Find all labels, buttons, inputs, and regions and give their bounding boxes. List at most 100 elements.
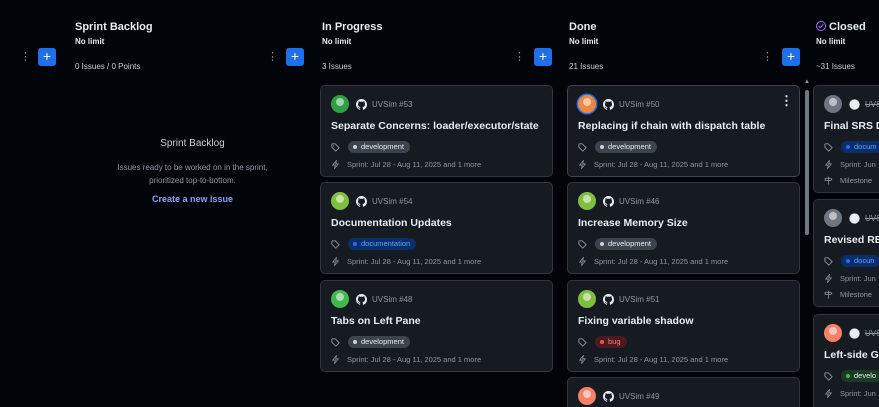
tag-icon xyxy=(331,239,340,249)
label-development[interactable]: development xyxy=(595,238,657,250)
issue-card[interactable]: UVSim #54 Documentation Updates document… xyxy=(320,182,553,274)
label-documentation[interactable]: docum xyxy=(841,141,879,153)
issue-reference[interactable]: UVSim #51 xyxy=(619,295,659,304)
column-header-done: Done No limit 21 Issues xyxy=(569,7,769,80)
issue-title[interactable]: Left-side GU xyxy=(824,349,879,361)
github-icon xyxy=(849,98,860,110)
scrollbar-thumb[interactable] xyxy=(805,90,809,235)
card-meta: UVSim #49 xyxy=(578,387,659,405)
iteration-icon xyxy=(331,257,340,266)
labels-row: development xyxy=(578,141,657,153)
label-dot xyxy=(600,340,604,344)
label-development[interactable]: development xyxy=(595,141,657,153)
sprint-text: Sprint: Jun xyxy=(840,274,876,283)
scroll-up-arrow[interactable]: ▲ xyxy=(804,79,810,85)
avatar[interactable] xyxy=(578,387,596,405)
sprint-row: Sprint: Jul 28 - Aug 11, 2025 and 1 more xyxy=(331,256,481,267)
issue-card[interactable]: UVS Left-side GU develo Sprint: Jun xyxy=(813,314,879,407)
card-meta: UVSim #54 xyxy=(331,192,412,210)
issue-reference[interactable]: UVSim #48 xyxy=(372,295,412,304)
empty-state-description: Issues ready to be worked on in the spri… xyxy=(75,161,310,187)
label-documentation[interactable]: docun xyxy=(841,255,879,267)
add-item-button[interactable]: + xyxy=(534,48,552,66)
issue-title[interactable]: Documentation Updates xyxy=(331,217,452,229)
card-meta: UVSim #50 xyxy=(578,95,659,113)
issue-title[interactable]: Increase Memory Size xyxy=(578,217,688,229)
avatar[interactable] xyxy=(824,209,842,227)
github-icon xyxy=(356,195,367,207)
issue-title[interactable]: Final SRS D xyxy=(824,120,879,132)
tag-icon xyxy=(578,337,587,347)
create-issue-link[interactable]: Create a new issue xyxy=(75,194,310,204)
milestone-icon xyxy=(824,290,833,299)
column-title: In Progress xyxy=(322,21,383,33)
label-text: development xyxy=(361,142,404,151)
issue-reference[interactable]: UVS xyxy=(865,329,879,338)
tag-icon xyxy=(331,142,340,152)
column-title: Done xyxy=(569,21,597,33)
column-count: 3 Issues xyxy=(322,62,352,71)
tag-icon xyxy=(578,142,587,152)
column-menu-dots[interactable]: ⋮ xyxy=(762,50,773,64)
issue-card[interactable]: UVSim #49 xyxy=(567,377,800,407)
column-menu-dots[interactable]: ⋮ xyxy=(267,50,278,64)
issue-card[interactable]: UVS Revised REA docun Sprint: Jun Milest… xyxy=(813,199,879,307)
label-bug[interactable]: bug xyxy=(595,336,627,348)
issue-title[interactable]: Fixing variable shadow xyxy=(578,315,694,327)
issue-reference[interactable]: UVSim #49 xyxy=(619,392,659,401)
label-development[interactable]: develo xyxy=(841,370,879,382)
column-limit: No limit xyxy=(322,37,352,46)
avatar[interactable] xyxy=(824,95,842,113)
label-development[interactable]: development xyxy=(348,141,410,153)
milestone-icon xyxy=(824,176,833,185)
sprint-text: Sprint: Jul 28 - Aug 11, 2025 and 1 more xyxy=(594,160,729,169)
label-text: docum xyxy=(854,142,877,151)
label-text: develo xyxy=(854,371,877,380)
avatar[interactable] xyxy=(578,192,596,210)
card-menu-button[interactable]: ⋮ xyxy=(780,94,793,108)
github-icon xyxy=(849,212,860,224)
issue-card[interactable]: UVSim #46 Increase Memory Size developme… xyxy=(567,182,800,274)
labels-row: develo xyxy=(824,370,879,382)
avatar[interactable] xyxy=(824,324,842,342)
issue-card[interactable]: UVSim #51 Fixing variable shadow bug Spr… xyxy=(567,280,800,372)
column-count: ~31 Issues xyxy=(816,62,855,71)
avatar[interactable] xyxy=(578,290,596,308)
issue-card[interactable]: UVSim #48 Tabs on Left Pane development … xyxy=(320,280,553,372)
sprint-row: Sprint: Jul 28 - Aug 11, 2025 and 1 more xyxy=(578,256,728,267)
avatar[interactable] xyxy=(331,95,349,113)
issue-reference[interactable]: UVSim #46 xyxy=(619,197,659,206)
label-development[interactable]: development xyxy=(348,336,410,348)
issue-reference[interactable]: UVS xyxy=(865,214,879,223)
avatar[interactable] xyxy=(331,192,349,210)
issue-title[interactable]: Revised REA xyxy=(824,234,879,246)
issue-card[interactable]: UVS Final SRS D docum Sprint: Jun Milest… xyxy=(813,85,879,193)
issue-title[interactable]: Separate Concerns: loader/executor/state xyxy=(331,120,539,132)
column-menu-dots[interactable]: ⋮ xyxy=(20,50,31,64)
card-meta: UVSim #46 xyxy=(578,192,659,210)
column-header-closed: Closed No limit ~31 Issues xyxy=(816,7,879,80)
issue-reference[interactable]: UVSim #54 xyxy=(372,197,412,206)
add-item-button[interactable]: + xyxy=(286,48,304,66)
add-item-button[interactable]: + xyxy=(38,48,56,66)
issue-reference[interactable]: UVSim #53 xyxy=(372,100,412,109)
avatar[interactable] xyxy=(578,95,596,113)
issue-card[interactable]: UVSim #50 ⋮ Replacing if chain with disp… xyxy=(567,85,800,177)
issue-card[interactable]: UVSim #53 Separate Concerns: loader/exec… xyxy=(320,85,553,177)
issue-title[interactable]: Tabs on Left Pane xyxy=(331,315,421,327)
add-item-button[interactable]: + xyxy=(782,48,800,66)
iteration-icon xyxy=(824,389,833,398)
issue-title[interactable]: Replacing if chain with dispatch table xyxy=(578,120,765,132)
column-menu-dots[interactable]: ⋮ xyxy=(514,50,525,64)
sprint-text: Sprint: Jul 28 - Aug 11, 2025 and 1 more xyxy=(347,355,482,364)
avatar[interactable] xyxy=(331,290,349,308)
label-dot xyxy=(846,145,850,149)
empty-desc-line: prioritized top-to-bottom. xyxy=(149,176,236,185)
label-documentation[interactable]: documentation xyxy=(348,238,417,250)
column-count: 0 Issues / 0 Points xyxy=(75,62,141,71)
label-text: development xyxy=(361,337,404,346)
card-meta: UVS xyxy=(824,209,879,227)
issue-reference[interactable]: UVS xyxy=(865,100,879,109)
issue-reference[interactable]: UVSim #50 xyxy=(619,100,659,109)
labels-row: development xyxy=(331,336,410,348)
